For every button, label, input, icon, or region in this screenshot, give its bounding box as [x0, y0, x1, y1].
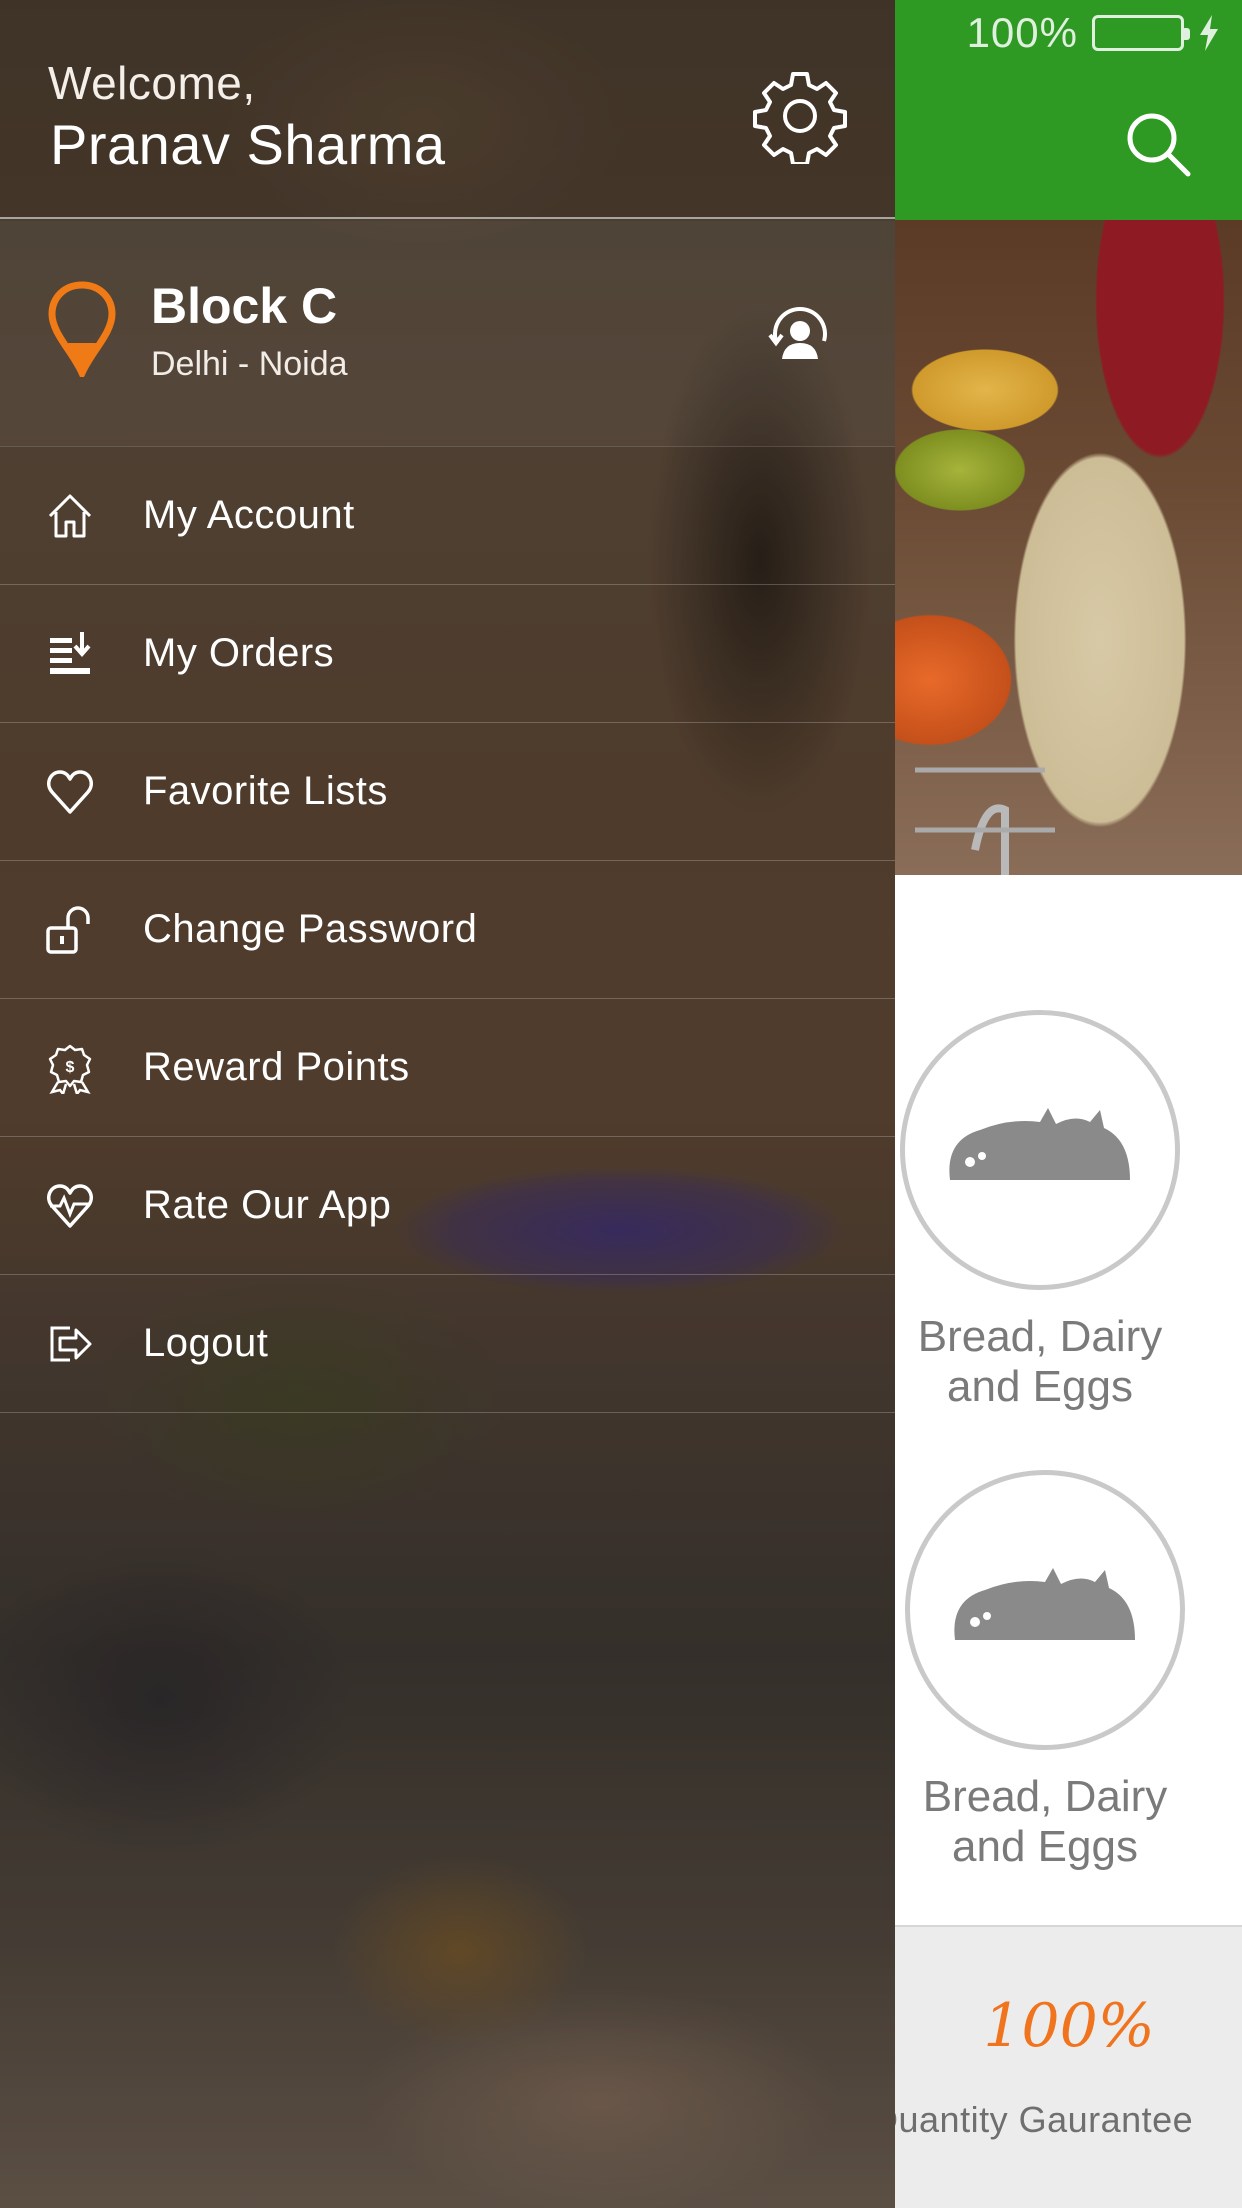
delivery-location[interactable]: Block C Delhi - Noida	[0, 221, 895, 447]
home-icon	[48, 494, 92, 537]
bread-icon	[954, 1568, 1135, 1640]
charging-icon	[1200, 15, 1218, 51]
location-name: Block C	[151, 278, 338, 334]
menu-item-label: Change Password	[143, 907, 478, 951]
menu-item-rate-our-app[interactable]: Rate Our App	[0, 1137, 895, 1275]
unlock-icon	[46, 905, 90, 954]
reward-icon: $	[48, 1044, 92, 1094]
bread-icon	[949, 1108, 1130, 1180]
menu-item-label: Reward Points	[143, 1045, 410, 1089]
drawer-menu: My Account My Orders Favorite Lists Chan…	[0, 447, 895, 1413]
user-name: Pranav Sharma	[50, 113, 446, 176]
welcome-text: Welcome,	[48, 57, 256, 109]
menu-item-change-password[interactable]: Change Password	[0, 861, 895, 999]
svg-text:$: $	[66, 1059, 75, 1076]
category-circle	[900, 1010, 1180, 1290]
guarantee-text: Quantity Gaurantee	[870, 2099, 1194, 2140]
orders-icon	[50, 631, 91, 674]
menu-item-label: My Orders	[143, 631, 335, 675]
battery-icon	[1092, 15, 1190, 51]
rate-heart-icon	[47, 1183, 93, 1228]
logout-icon	[50, 1326, 92, 1361]
category-label-line1: Bread, Dairy	[917, 1312, 1163, 1361]
change-location-icon[interactable]	[766, 301, 834, 369]
category-item[interactable]: Bread, Dairy and Eggs	[895, 1010, 1185, 1412]
gear-icon[interactable]	[752, 68, 848, 164]
menu-item-label: Rate Our App	[143, 1183, 392, 1227]
status-bar: 100%	[967, 8, 1220, 58]
menu-item-reward-points[interactable]: $ Reward Points	[0, 999, 895, 1137]
battery-percent: 100%	[966, 9, 1078, 56]
menu-item-label: My Account	[143, 493, 355, 537]
menu-item-label: Logout	[143, 1321, 269, 1365]
menu-item-favorite-lists[interactable]: Favorite Lists	[0, 723, 895, 861]
menu-item-label: Favorite Lists	[143, 769, 388, 813]
location-area: Delhi - Noida	[151, 345, 348, 383]
menu-item-logout[interactable]: Logout	[0, 1275, 895, 1413]
navigation-drawer: Welcome, Pranav Sharma Block C Delhi - N…	[0, 0, 895, 2208]
heart-icon	[47, 769, 93, 814]
category-label-line1: Bread, Dairy	[922, 1772, 1168, 1821]
search-icon[interactable]	[1122, 108, 1194, 180]
drawer-header: Welcome, Pranav Sharma	[0, 0, 895, 219]
category-circle	[905, 1470, 1185, 1750]
menu-item-my-orders[interactable]: My Orders	[0, 585, 895, 723]
category-item[interactable]: Bread, Dairy and Eggs	[900, 1470, 1190, 1872]
category-label-line2: and Eggs	[952, 1822, 1138, 1871]
location-pin-icon	[48, 281, 116, 377]
menu-item-my-account[interactable]: My Account	[0, 447, 895, 585]
category-label-line2: and Eggs	[947, 1362, 1133, 1411]
